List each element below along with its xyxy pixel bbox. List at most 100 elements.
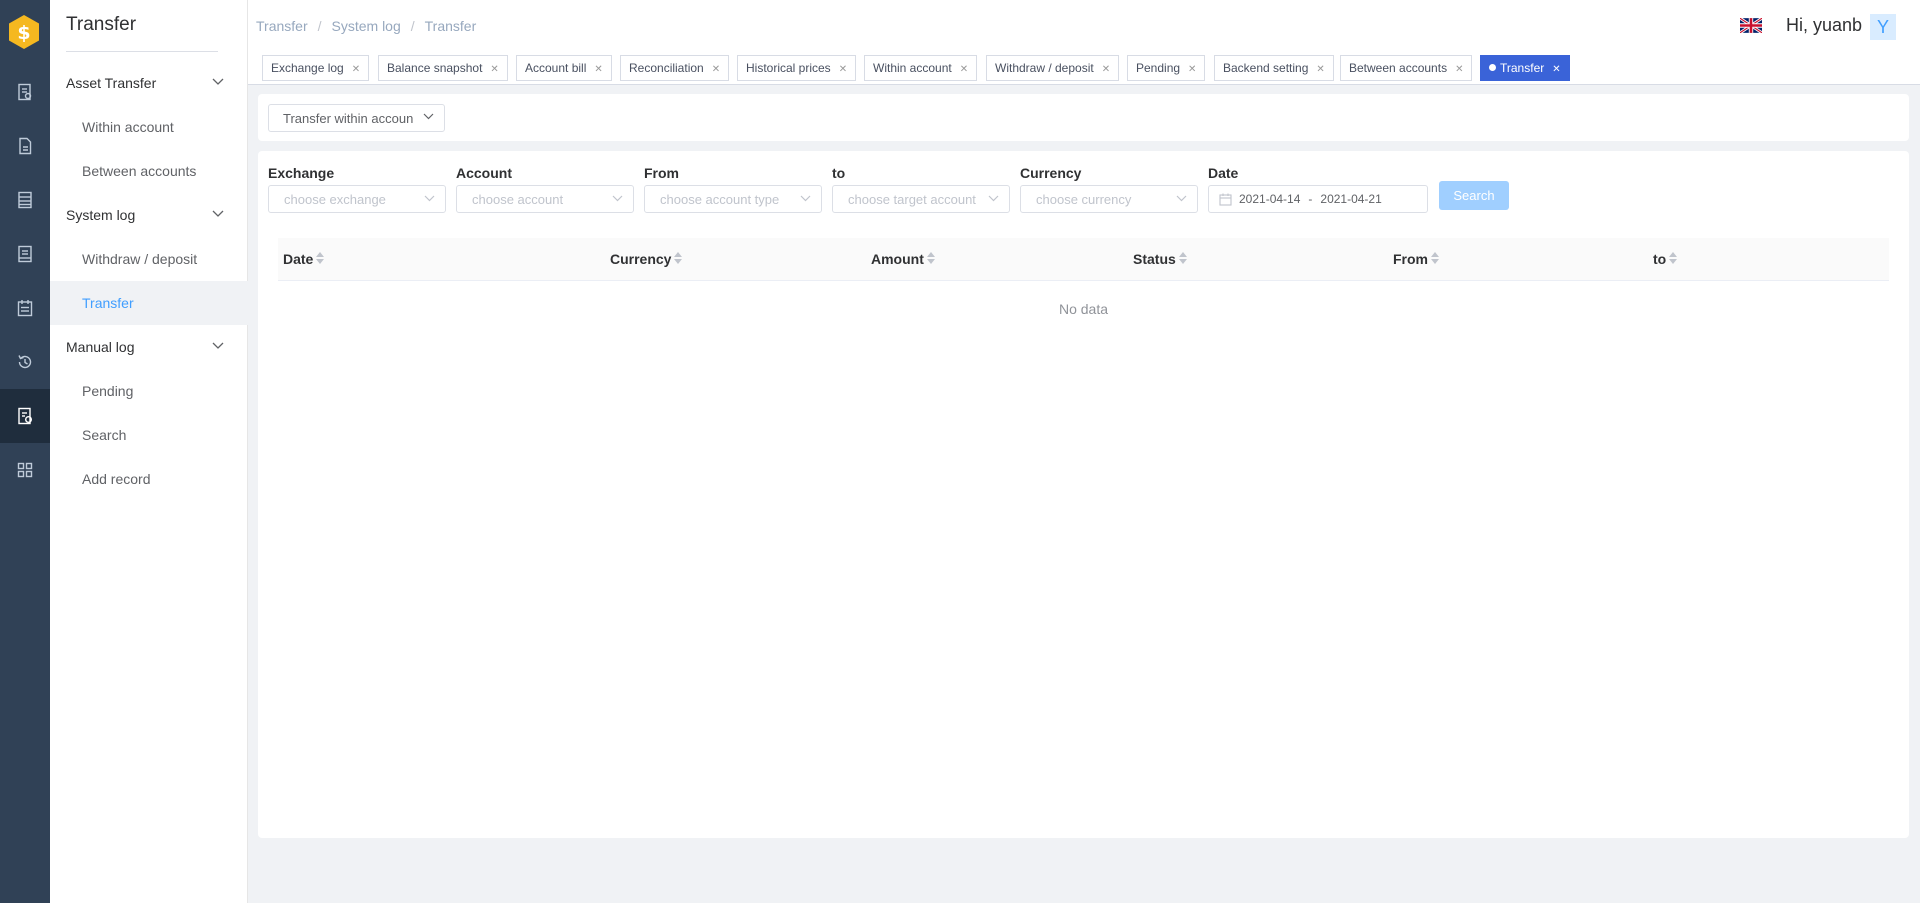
type-panel: Transfer within accoun bbox=[258, 94, 1909, 141]
tab-historical-prices[interactable]: Historical prices ✕ bbox=[737, 55, 857, 81]
sort-icon[interactable] bbox=[926, 252, 935, 265]
sidebar-group-manual-log[interactable]: Manual log bbox=[66, 339, 232, 359]
calendar-icon[interactable] bbox=[14, 297, 36, 319]
currency-label: Currency bbox=[1020, 165, 1082, 181]
column-label: to bbox=[1653, 251, 1667, 267]
tab-label: Withdraw / deposit bbox=[995, 61, 1094, 75]
sort-icon[interactable] bbox=[316, 252, 325, 265]
tab-label: Backend setting bbox=[1223, 61, 1309, 75]
close-icon[interactable]: ✕ bbox=[1188, 64, 1196, 75]
chevron-down-icon bbox=[424, 195, 435, 202]
chevron-down-icon bbox=[212, 210, 224, 217]
currency-placeholder: choose currency bbox=[1036, 192, 1132, 207]
to-select[interactable]: choose target account bbox=[832, 185, 1010, 213]
close-icon[interactable]: ✕ bbox=[1552, 64, 1560, 75]
chevron-down-icon bbox=[988, 195, 999, 202]
close-icon[interactable]: ✕ bbox=[1455, 64, 1463, 75]
breadcrumb: Transfer / System log / Transfer bbox=[256, 18, 477, 34]
tab-label: Transfer bbox=[1500, 61, 1545, 75]
history-icon[interactable] bbox=[14, 351, 36, 373]
sidebar-item-between-accounts[interactable]: Between accounts bbox=[50, 149, 248, 193]
to-label: to bbox=[832, 165, 846, 181]
tab-backend-setting[interactable]: Backend setting ✕ bbox=[1214, 55, 1334, 81]
sidebar-item-add-record[interactable]: Add record bbox=[50, 457, 248, 501]
tabs-bar: Exchange log ✕ Balance snapshot ✕ Account … bbox=[248, 52, 1920, 85]
breadcrumb-item[interactable]: Transfer bbox=[256, 18, 308, 34]
report-icon[interactable] bbox=[14, 81, 36, 103]
sidebar-item-withdraw-deposit[interactable]: Withdraw / deposit bbox=[50, 237, 248, 281]
chevron-down-icon bbox=[212, 78, 224, 85]
sidebar-group-label: Manual log bbox=[66, 339, 135, 355]
transfer-type-value: Transfer within accoun bbox=[283, 111, 414, 126]
exchange-placeholder: choose exchange bbox=[284, 192, 386, 207]
column-label: Status bbox=[1133, 251, 1176, 267]
column-from[interactable]: From bbox=[1393, 251, 1439, 267]
close-icon[interactable]: ✕ bbox=[712, 64, 720, 75]
sort-icon[interactable] bbox=[674, 252, 683, 265]
transfer-type-select[interactable]: Transfer within accoun bbox=[268, 104, 445, 132]
tab-label: Historical prices bbox=[746, 61, 831, 75]
sidebar-group-asset-transfer[interactable]: Asset Transfer bbox=[66, 75, 232, 95]
calendar-icon bbox=[1219, 193, 1232, 206]
document-icon[interactable] bbox=[14, 135, 36, 157]
header: Transfer / System log / Transfer Hi, yuanb Y bbox=[248, 0, 1920, 52]
uk-flag-icon[interactable] bbox=[1740, 18, 1762, 33]
column-label: From bbox=[1393, 251, 1428, 267]
tab-balance-snapshot[interactable]: Balance snapshot ✕ bbox=[378, 55, 508, 81]
sidebar-item-transfer[interactable]: Transfer bbox=[50, 281, 248, 325]
sort-icon[interactable] bbox=[1178, 252, 1187, 265]
date-start[interactable]: 2021-04-14 bbox=[1239, 192, 1300, 206]
breadcrumb-item: Transfer bbox=[424, 18, 477, 34]
close-icon[interactable]: ✕ bbox=[839, 64, 847, 75]
grid-icon[interactable] bbox=[14, 459, 36, 481]
close-icon[interactable]: ✕ bbox=[1102, 64, 1110, 75]
tab-label: Balance snapshot bbox=[387, 61, 483, 75]
currency-select[interactable]: choose currency bbox=[1020, 185, 1198, 213]
transfer-log-icon[interactable] bbox=[0, 389, 50, 443]
close-icon[interactable]: ✕ bbox=[490, 64, 498, 75]
tab-transfer[interactable]: Transfer ✕ bbox=[1480, 55, 1570, 81]
column-to[interactable]: to bbox=[1653, 251, 1678, 267]
chevron-down-icon bbox=[800, 195, 811, 202]
tab-within-account[interactable]: Within account ✕ bbox=[864, 55, 978, 81]
transfer-table: Date Currency Amount Status From to No d… bbox=[278, 238, 1889, 317]
from-select[interactable]: choose account type bbox=[644, 185, 822, 213]
breadcrumb-item[interactable]: System log bbox=[332, 18, 401, 34]
close-icon[interactable]: ✕ bbox=[1316, 64, 1324, 75]
sort-icon[interactable] bbox=[1669, 252, 1678, 265]
sort-icon[interactable] bbox=[1431, 252, 1439, 265]
exchange-select[interactable]: choose exchange bbox=[268, 185, 446, 213]
ledger-icon[interactable] bbox=[14, 243, 36, 265]
close-icon[interactable]: ✕ bbox=[352, 64, 360, 75]
sidebar-item-within-account[interactable]: Within account bbox=[50, 105, 248, 149]
date-end[interactable]: 2021-04-21 bbox=[1320, 192, 1381, 206]
search-button[interactable]: Search bbox=[1439, 181, 1509, 210]
tab-exchange-log[interactable]: Exchange log ✕ bbox=[262, 55, 370, 81]
table-header: Date Currency Amount Status From to bbox=[278, 238, 1889, 281]
column-date[interactable]: Date bbox=[283, 251, 325, 267]
close-icon[interactable]: ✕ bbox=[594, 64, 602, 75]
from-placeholder: choose account type bbox=[660, 192, 780, 207]
avatar[interactable]: Y bbox=[1870, 14, 1896, 40]
tab-withdraw-deposit[interactable]: Withdraw / deposit ✕ bbox=[986, 55, 1120, 81]
tab-between-accounts[interactable]: Between accounts ✕ bbox=[1340, 55, 1473, 81]
column-currency[interactable]: Currency bbox=[610, 251, 683, 267]
list-icon[interactable] bbox=[14, 189, 36, 211]
date-label: Date bbox=[1208, 165, 1239, 181]
user-greeting[interactable]: Hi, yuanb bbox=[1786, 15, 1862, 36]
tab-label: Between accounts bbox=[1349, 61, 1448, 75]
empty-table-text: No data bbox=[1058, 301, 1109, 317]
sidebar-group-system-log[interactable]: System log bbox=[66, 207, 232, 227]
sidebar-item-search[interactable]: Search bbox=[50, 413, 248, 457]
tab-account-bill[interactable]: Account bill ✕ bbox=[516, 55, 612, 81]
date-range-picker[interactable]: 2021-04-14-2021-04-21 bbox=[1208, 185, 1428, 213]
close-icon[interactable]: ✕ bbox=[960, 64, 968, 75]
sidebar-divider bbox=[66, 51, 218, 52]
from-label: From bbox=[644, 165, 679, 181]
tab-reconciliation[interactable]: Reconciliation ✕ bbox=[620, 55, 730, 81]
tab-pending[interactable]: Pending ✕ bbox=[1127, 55, 1206, 81]
sidebar-item-pending[interactable]: Pending bbox=[50, 369, 248, 413]
column-amount[interactable]: Amount bbox=[871, 251, 935, 267]
column-status[interactable]: Status bbox=[1133, 251, 1187, 267]
account-select[interactable]: choose account bbox=[456, 185, 634, 213]
